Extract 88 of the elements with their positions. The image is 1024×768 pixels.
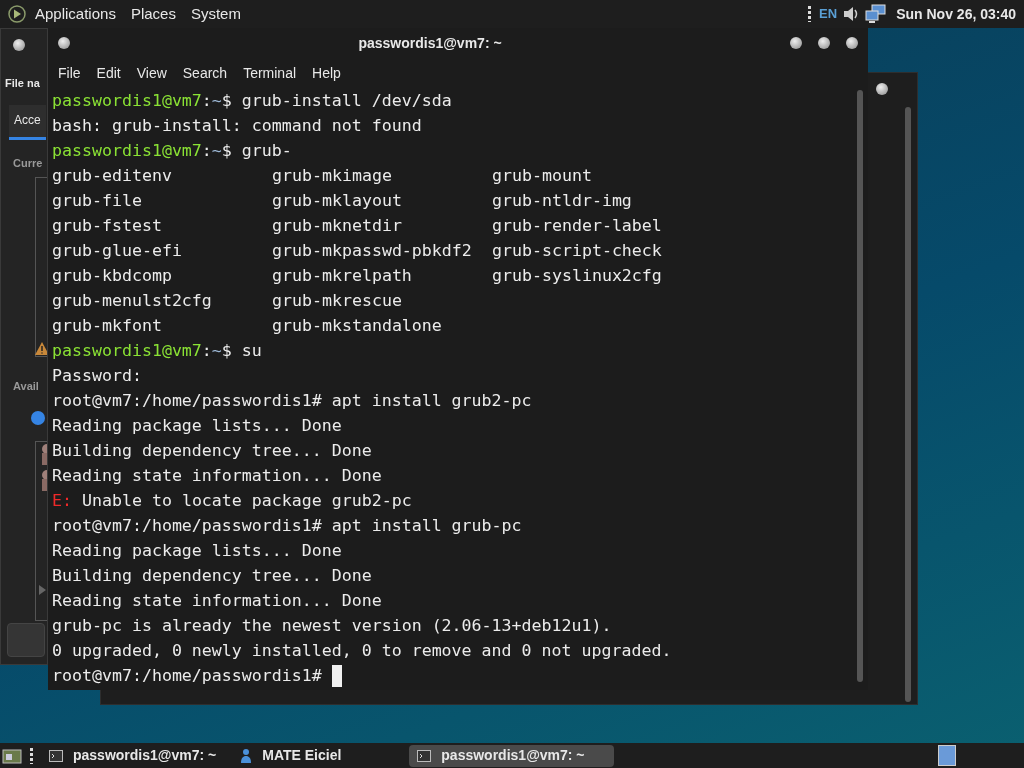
shell-prompt: root@vm7:/home/passwordis1# [52, 665, 323, 687]
task-label: MATE Eiciel [262, 746, 342, 765]
output-line: root@vm7:/home/passwordis1# apt install grub-pc [52, 516, 522, 535]
section-heading: Curre [13, 156, 43, 171]
menu-item[interactable]: Help [312, 62, 341, 84]
panel-menu[interactable]: System [190, 2, 241, 26]
command-text: $ su [221, 340, 262, 362]
section-heading: Avail [13, 379, 39, 394]
prompt-user: passwordis1@vm7 [52, 340, 202, 362]
window-control-button[interactable] [846, 37, 858, 49]
completion-entry: grub-editenv [52, 165, 172, 187]
completion-entry: grub-mkrelpath [272, 265, 412, 287]
taskbar-button[interactable]: passwordis1@vm7: ~ [41, 744, 225, 767]
completion-entry: grub-syslinux2cfg [492, 265, 662, 287]
output-line: Password: [52, 366, 142, 385]
menu-item[interactable]: File [58, 62, 81, 84]
prompt-path: ~ [211, 340, 222, 362]
window-control-button[interactable] [790, 37, 802, 49]
prompt-path: ~ [211, 140, 222, 162]
scrollbar[interactable] [905, 107, 911, 702]
keyboard-layout[interactable]: EN [819, 4, 838, 24]
completion-entry: grub-mkfont [52, 315, 162, 337]
completion-entry: grub-mkimage [272, 165, 392, 187]
output-line: Reading package lists... Done [52, 541, 342, 560]
prompt-separator: : [201, 340, 212, 362]
network-icon[interactable] [865, 4, 888, 24]
command-text: $ grub- [221, 140, 292, 162]
completion-entry: grub-render-label [492, 215, 662, 237]
taskbar-button[interactable]: passwordis1@vm7: ~ [409, 744, 615, 767]
completion-entry: grub-script-check [492, 240, 662, 262]
clock[interactable]: Sun Nov 26, 03:40 [896, 3, 1016, 25]
person-icon [240, 747, 253, 764]
prompt-separator: : [201, 140, 212, 162]
prompt-path: ~ [211, 90, 222, 112]
completion-entry: grub-mount [492, 165, 592, 187]
tab[interactable]: Acce [9, 105, 46, 140]
window-control-button[interactable] [876, 83, 888, 95]
prompt-separator: : [201, 90, 212, 112]
completion-entry: grub-menulst2cfg [52, 290, 212, 312]
window-control-button[interactable] [58, 37, 70, 49]
terminal-icon [49, 749, 63, 762]
error-tag: E: [52, 488, 72, 513]
window-control-button[interactable] [818, 37, 830, 49]
window-title: passwordis1@vm7: ~ [357, 33, 503, 53]
completion-entry: grub-file [52, 190, 142, 212]
menu-item[interactable]: View [136, 62, 167, 84]
taskbar-button[interactable]: MATE Eiciel [232, 744, 350, 767]
window-control-button[interactable] [13, 39, 25, 51]
menu-item[interactable]: Edit [96, 62, 121, 84]
completion-entry: grub-ntldr-img [492, 190, 632, 212]
terminal-icon [417, 749, 432, 762]
window-label: File na [5, 76, 40, 91]
completion-entry: grub-mkpasswd-pbkdf2 [272, 240, 472, 262]
menu-item[interactable]: Search [182, 62, 228, 84]
panel-menu[interactable]: Places [130, 2, 176, 26]
prompt-user: passwordis1@vm7 [52, 140, 202, 162]
output-line: 0 upgraded, 0 newly installed, 0 to remove and 0 not upgraded. [52, 641, 672, 660]
panel-menu[interactable]: Applications [35, 2, 116, 26]
workspace-switcher[interactable] [938, 745, 956, 766]
output-line: Reading package lists... Done [52, 416, 342, 435]
menu-item[interactable]: Terminal [243, 62, 297, 84]
completion-entry: grub-mklayout [272, 190, 402, 212]
prompt-user: passwordis1@vm7 [52, 90, 202, 112]
radio-button[interactable] [31, 411, 45, 425]
completion-entry: grub-mkstandalone [272, 315, 442, 337]
output-line: Reading state information... Done [52, 466, 382, 485]
completion-entry: grub-kbdcomp [52, 265, 172, 287]
text-cursor [331, 664, 342, 687]
scrollbar[interactable] [857, 90, 863, 682]
output-line: grub-pc is already the newest version (2.06-13+deb12u1). [52, 616, 612, 635]
output-line: root@vm7:/home/passwordis1# apt install grub2-pc [52, 391, 532, 410]
command-text: $ grub-install /dev/sda [221, 90, 452, 112]
completion-entry: grub-mkrescue [272, 290, 402, 312]
panel-handle[interactable] [808, 6, 812, 22]
completion-entry: grub-mknetdir [272, 215, 402, 237]
completion-entry: grub-glue-efi [52, 240, 182, 262]
output-line: Building dependency tree... Done [52, 441, 372, 460]
output-line: Building dependency tree... Done [52, 566, 372, 585]
show-desktop-icon[interactable] [2, 747, 22, 764]
output-line: bash: grub-install: command not found [52, 116, 422, 135]
task-label: passwordis1@vm7: ~ [441, 746, 585, 765]
error-message: Unable to locate package grub2-pc [82, 490, 412, 512]
play-logo-icon[interactable] [8, 5, 26, 23]
panel-handle[interactable] [30, 747, 33, 764]
task-label: passwordis1@vm7: ~ [73, 746, 217, 765]
output-line: Reading state information... Done [52, 591, 382, 610]
completion-entry: grub-fstest [52, 215, 162, 237]
expander-icon[interactable] [39, 585, 46, 595]
